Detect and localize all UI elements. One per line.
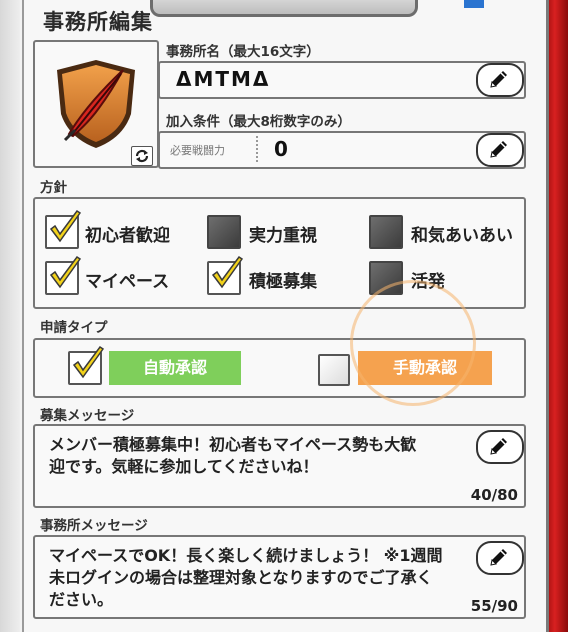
recruit-message-field[interactable]: メンバー積極募集中！初心者もマイペース勢も大歓 迎です。気軽に参加してくださいね…: [33, 424, 526, 508]
policy-label-mypace: マイペース: [85, 272, 170, 292]
check-icon: [49, 255, 82, 289]
apply-type-label: 申請タイプ: [40, 320, 108, 336]
policy-checkbox-mypace[interactable]: [45, 255, 82, 295]
policy-label: 方針: [40, 180, 67, 196]
recruit-message-line: メンバー積極募集中！初心者もマイペース勢も大歓: [49, 435, 417, 454]
pencil-icon: [490, 141, 507, 158]
office-message-line: 未ログインの場合は整理対象となりますのでご了承く: [49, 568, 433, 587]
office-message-line: ださい。: [49, 590, 114, 609]
office-name-value: ΔMTMΔ: [176, 67, 271, 91]
policy-checkbox-skill[interactable]: [207, 215, 241, 249]
join-condition-field[interactable]: 必要戦闘力 0: [158, 131, 526, 169]
page-title: 事務所編集: [43, 10, 153, 34]
policy-checkbox-beginner[interactable]: [45, 209, 82, 249]
policy-checkbox-friendly[interactable]: [369, 215, 403, 249]
edit-office-message-button[interactable]: [476, 541, 524, 575]
office-message-text: マイペースでOK！長く楽しく続けましょう！ ※1週間 未ログインの場合は整理対象…: [49, 545, 469, 611]
tap-highlight-ring: [350, 280, 476, 406]
recruit-message-counter: 40/80: [470, 486, 518, 504]
auto-approve-button[interactable]: 自動承認: [109, 351, 241, 385]
feather-emblem-icon: [57, 60, 135, 148]
right-red-border: [546, 0, 568, 632]
top-frame: [150, 0, 418, 17]
policy-label-skill: 実力重視: [249, 226, 317, 246]
edit-condition-button[interactable]: [476, 133, 524, 167]
join-condition-label: 加入条件（最大8桁数字のみ）: [166, 114, 351, 130]
office-name-field[interactable]: ΔMTMΔ: [158, 61, 526, 99]
policy-label-friendly: 和気あいあい: [411, 226, 513, 246]
office-message-line: マイペースでOK！長く楽しく続けましょう！ ※1週間: [49, 546, 443, 565]
policy-label-beginner: 初心者歓迎: [85, 226, 170, 246]
check-icon: [72, 345, 105, 379]
join-condition-value: 0: [274, 137, 288, 161]
office-name-label: 事務所名（最大16文字）: [166, 44, 320, 60]
recruit-message-text: メンバー積極募集中！初心者もマイペース勢も大歓 迎です。気軽に参加してくださいね…: [49, 434, 469, 478]
office-icon-box[interactable]: [33, 40, 159, 168]
refresh-icon[interactable]: [131, 146, 153, 166]
recruit-message-line: 迎です。気軽に参加してくださいね！: [49, 457, 319, 476]
policy-label-active-recruit: 積極募集: [249, 272, 317, 292]
pencil-icon: [490, 71, 507, 88]
office-message-field[interactable]: マイペースでOK！長く楽しく続けましょう！ ※1週間 未ログインの場合は整理対象…: [33, 535, 526, 619]
policy-box: 初心者歓迎 実力重視 和気あいあい マイペース 積極募集 活発: [33, 197, 526, 309]
check-icon: [49, 209, 82, 243]
policy-checkbox-active-recruit[interactable]: [207, 255, 244, 295]
check-icon: [211, 255, 244, 289]
edit-recruit-message-button[interactable]: [476, 430, 524, 464]
edit-name-button[interactable]: [476, 63, 524, 97]
required-power-label: 必要戦闘力: [170, 144, 225, 157]
pencil-icon: [490, 438, 507, 455]
auto-approve-checkbox[interactable]: [68, 345, 105, 385]
pencil-icon: [490, 549, 507, 566]
manual-approve-checkbox[interactable]: [318, 354, 350, 386]
top-blue-mark: [464, 0, 484, 8]
office-message-label: 事務所メッセージ: [40, 518, 148, 534]
left-border: [0, 0, 20, 632]
recruit-message-label: 募集メッセージ: [40, 408, 135, 424]
office-message-counter: 55/90: [470, 597, 518, 615]
divider: [256, 136, 258, 162]
